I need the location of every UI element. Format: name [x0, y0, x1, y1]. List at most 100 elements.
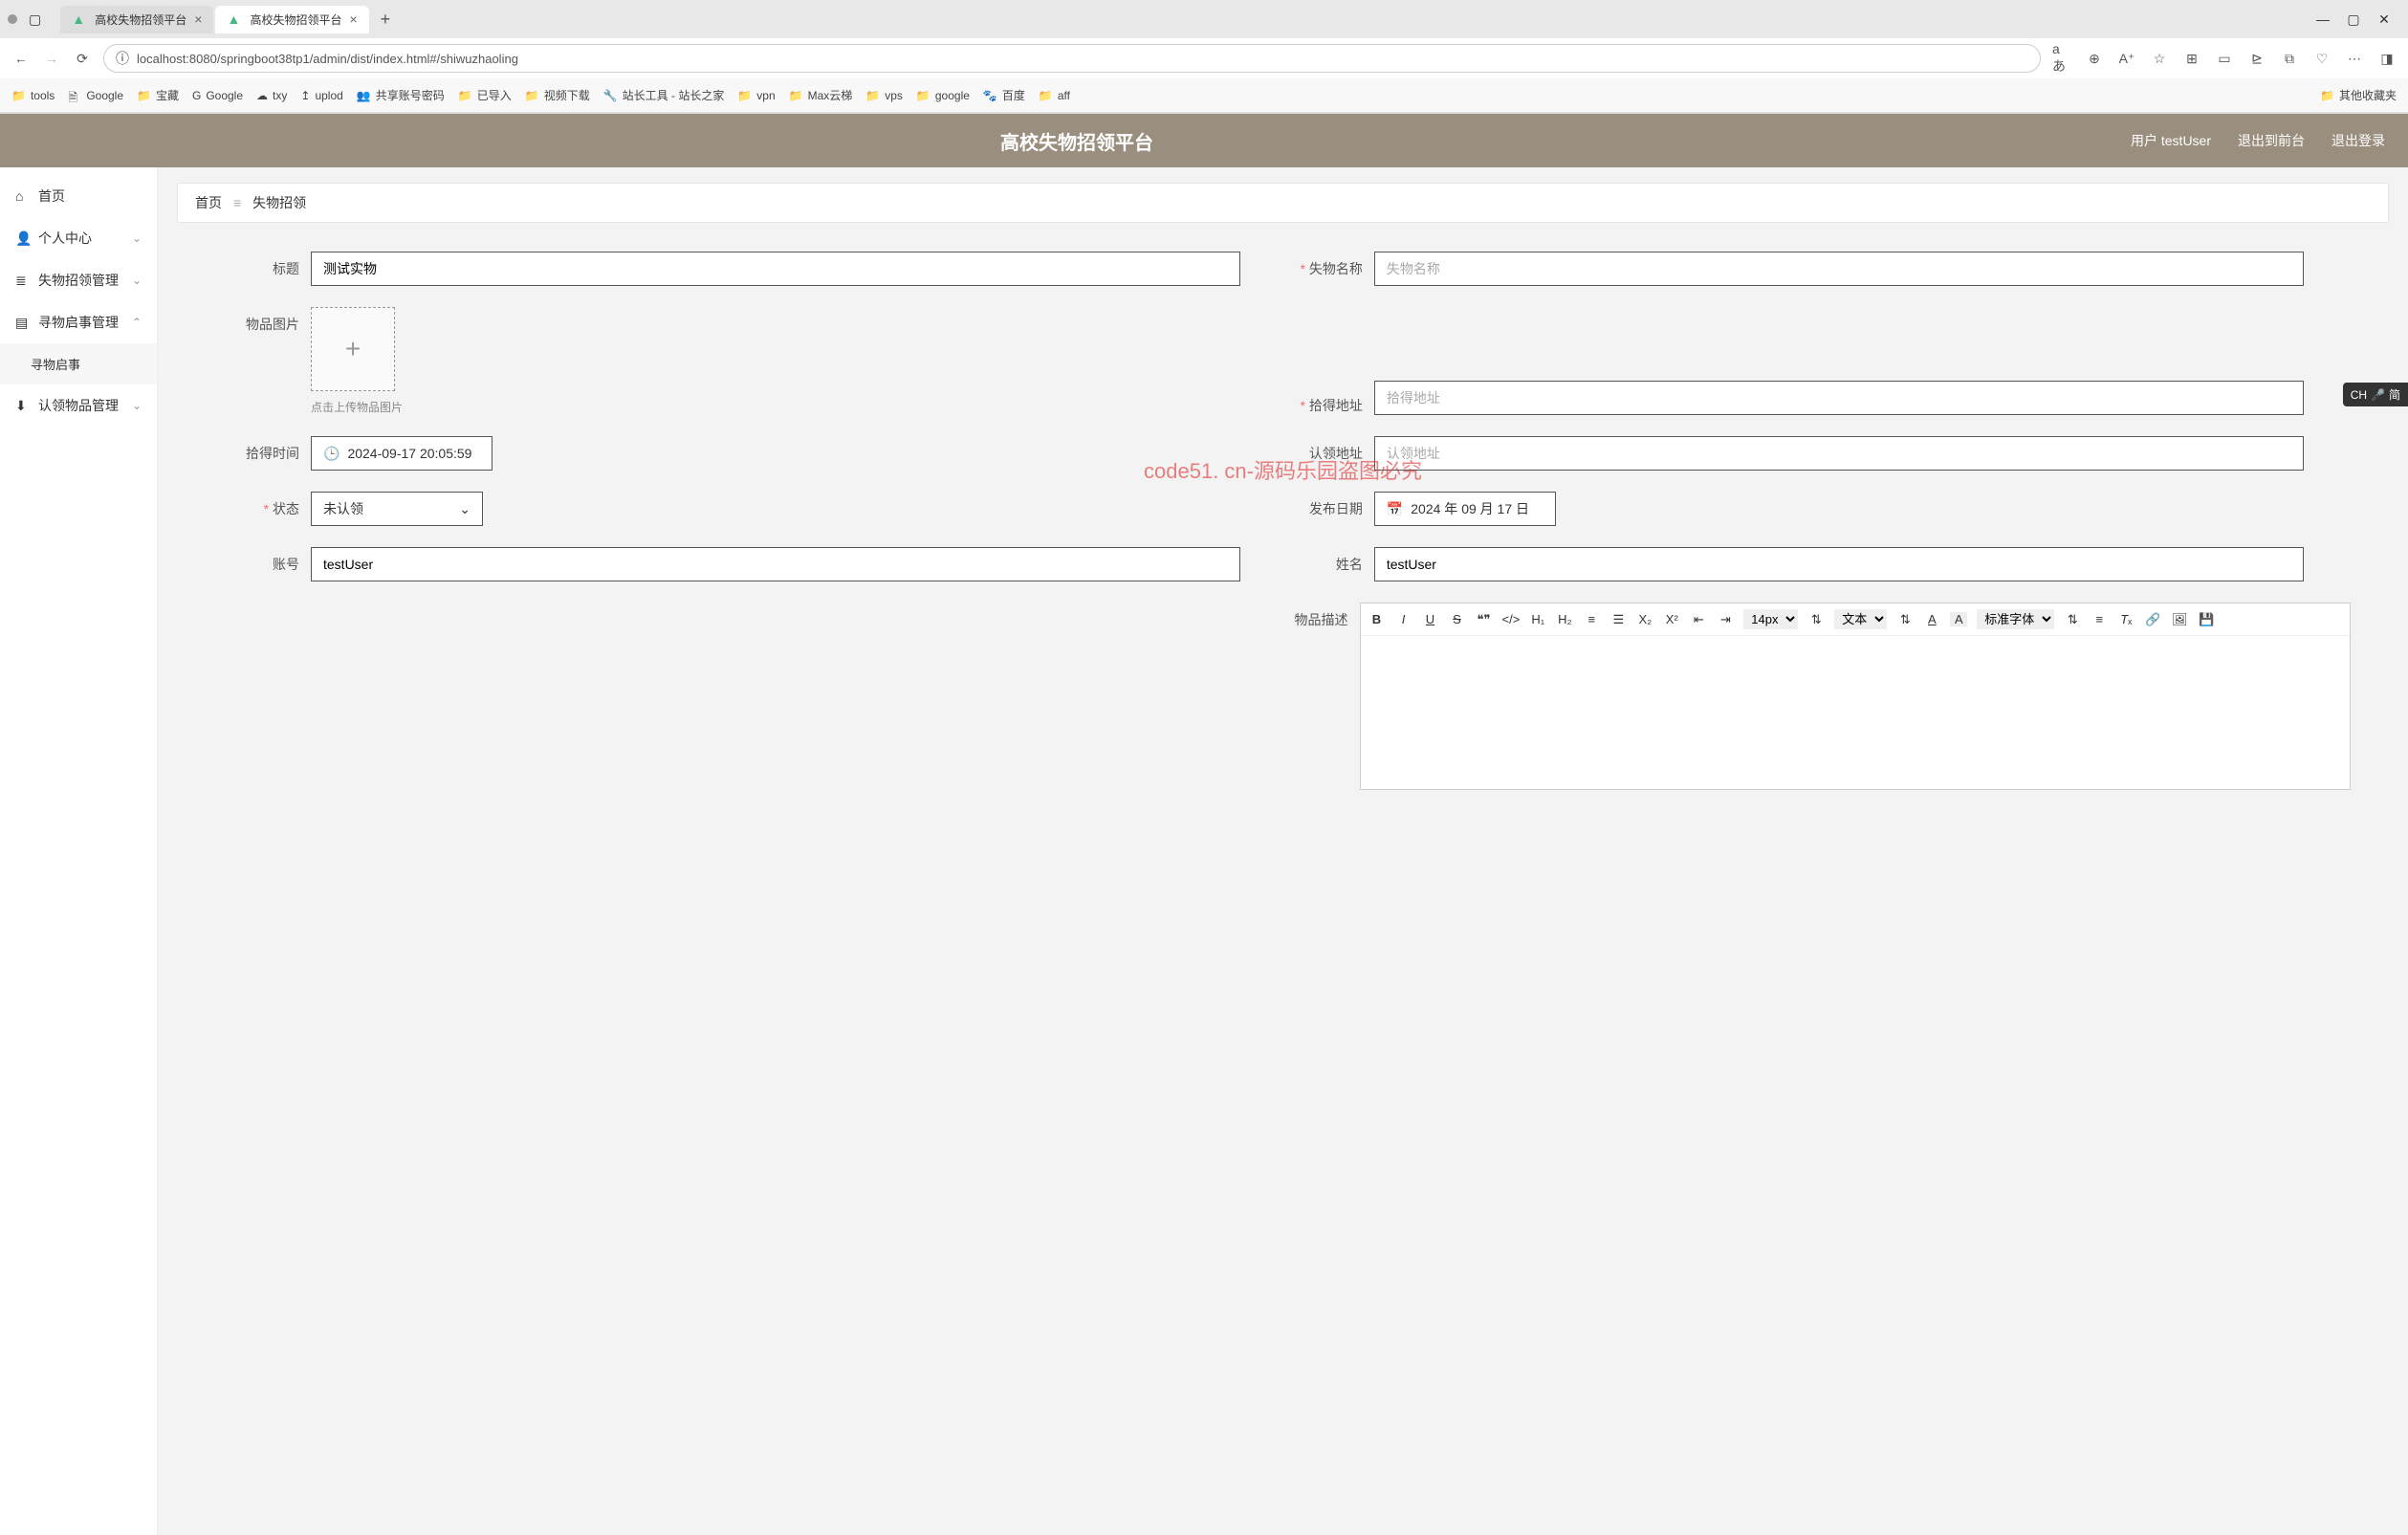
translate-icon[interactable]: aあ: [2052, 49, 2071, 68]
zoom-icon[interactable]: ⊕: [2085, 49, 2104, 68]
sidebar-item-lostfound[interactable]: ≣失物招领管理 ⌄: [0, 259, 157, 301]
picktime-picker[interactable]: 🕒 2024-09-17 20:05:59: [311, 436, 493, 471]
pickaddr-label: 拾得地址: [1279, 388, 1374, 415]
more-icon[interactable]: ⋯: [2345, 49, 2364, 68]
image-icon[interactable]: 🖼: [2171, 612, 2188, 627]
bookmark-item[interactable]: 📁google: [916, 89, 970, 102]
breadcrumb-current: 失物招领: [252, 193, 306, 212]
stepper-icon[interactable]: ⇅: [2064, 612, 2081, 627]
upload-button[interactable]: +: [311, 307, 395, 391]
stepper-icon[interactable]: ⇅: [1807, 612, 1825, 627]
bold-icon[interactable]: B: [1368, 612, 1386, 626]
bookmark-item[interactable]: 📁Max云梯: [789, 87, 853, 103]
italic-icon[interactable]: I: [1395, 612, 1412, 626]
refresh-icon[interactable]: ⟳: [73, 49, 92, 68]
claim-icon: ⬇: [15, 398, 31, 414]
name-label: 姓名: [1279, 547, 1374, 574]
bookmark-item[interactable]: 📁已导入: [458, 87, 512, 103]
list-ol-icon[interactable]: ≡: [1583, 612, 1600, 626]
bgcolor-icon[interactable]: A: [1950, 612, 1967, 626]
indent-icon[interactable]: ⇤: [1690, 612, 1707, 627]
share-icon: 👥: [357, 89, 371, 102]
shield-icon[interactable]: ♡: [2312, 49, 2331, 68]
url-box[interactable]: ⓘ localhost:8080/springboot38tp1/admin/d…: [103, 44, 2041, 73]
bookmark-item[interactable]: ↥uplod: [300, 89, 342, 102]
account-input[interactable]: [311, 547, 1240, 581]
strike-icon[interactable]: S: [1449, 612, 1466, 626]
texttype-select[interactable]: 文本: [1834, 609, 1887, 629]
bookmark-item[interactable]: GGoogle: [192, 89, 243, 102]
close-icon[interactable]: ×: [194, 11, 202, 27]
forward-icon[interactable]: →: [42, 49, 61, 68]
status-select[interactable]: 未认领 ⌄: [311, 492, 483, 526]
collections-icon[interactable]: ▭: [2215, 49, 2234, 68]
fontcolor-icon[interactable]: A: [1923, 612, 1940, 626]
app-title: 高校失物招领平台: [23, 127, 2131, 155]
screenshot-icon[interactable]: ⧉: [2280, 49, 2299, 68]
close-window-icon[interactable]: ✕: [2377, 12, 2391, 26]
sidebar-item-seeking-notice[interactable]: 寻物启事: [0, 343, 157, 384]
bookmark-item[interactable]: 📁tools: [11, 89, 55, 102]
back-to-front-button[interactable]: 退出到前台: [2238, 131, 2305, 150]
sidebar-item-claim[interactable]: ⬇认领物品管理 ⌄: [0, 384, 157, 427]
save-icon[interactable]: 💾: [2198, 612, 2215, 627]
bookmark-item[interactable]: 👥共享账号密码: [357, 87, 445, 103]
claimaddr-input[interactable]: [1374, 436, 2304, 471]
bookmark-item[interactable]: 📁视频下载: [525, 87, 590, 103]
fontsize-select[interactable]: 14px: [1743, 609, 1798, 629]
browser-tab[interactable]: ▲ 高校失物招领平台 ×: [60, 6, 213, 33]
link-icon[interactable]: 🔗: [2144, 612, 2161, 627]
bookmark-item[interactable]: ☁txy: [256, 89, 287, 102]
info-icon[interactable]: ⓘ: [116, 49, 129, 68]
bookmark-item[interactable]: 🗎Google: [68, 89, 123, 102]
folder-icon: 📁: [11, 89, 26, 102]
stepper-icon[interactable]: ⇅: [1896, 612, 1914, 627]
list-ul-icon[interactable]: ☰: [1609, 612, 1627, 627]
sidebar-item-home[interactable]: ⌂首页: [0, 175, 157, 217]
sidebar-item-seeking[interactable]: ▤寻物启事管理 ⌃: [0, 301, 157, 343]
maximize-icon[interactable]: ▢: [2347, 12, 2360, 26]
rte-body[interactable]: [1361, 636, 2351, 789]
quote-icon[interactable]: ❝❞: [1476, 612, 1493, 627]
star-icon[interactable]: ☆: [2150, 49, 2169, 68]
sidebar-item-profile[interactable]: 👤个人中心 ⌄: [0, 217, 157, 259]
bookmark-item[interactable]: 🐾百度: [983, 87, 1025, 103]
breadcrumb-home[interactable]: 首页: [195, 193, 222, 212]
sidebar-icon[interactable]: ◨: [2377, 49, 2397, 68]
code-icon[interactable]: </>: [1502, 612, 1521, 626]
bookmark-item[interactable]: 📁vps: [865, 89, 903, 102]
minimize-icon[interactable]: ―: [2316, 12, 2330, 26]
outdent-icon[interactable]: ⇥: [1717, 612, 1734, 627]
font-select[interactable]: 标准字体: [1977, 609, 2054, 629]
align-icon[interactable]: ≡: [2091, 612, 2108, 626]
favorites-icon[interactable]: ⊵: [2247, 49, 2266, 68]
underline-icon[interactable]: U: [1422, 612, 1439, 626]
reader-icon[interactable]: A⁺: [2117, 49, 2136, 68]
title-input[interactable]: [311, 252, 1240, 286]
new-tab-button[interactable]: +: [371, 6, 401, 33]
bookmark-item[interactable]: 📁宝藏: [137, 87, 179, 103]
bookmark-item[interactable]: 🔧站长工具 - 站长之家: [603, 87, 725, 103]
lostname-input[interactable]: [1374, 252, 2304, 286]
h2-icon[interactable]: H₂: [1556, 612, 1573, 626]
back-icon[interactable]: ←: [11, 49, 31, 68]
close-icon[interactable]: ×: [349, 11, 357, 27]
h1-icon[interactable]: H₁: [1529, 612, 1546, 626]
extension-icon[interactable]: ⊞: [2182, 49, 2201, 68]
pubdate-picker[interactable]: 📅 2024 年 09 月 17 日: [1374, 492, 1556, 526]
tab-overview-icon[interactable]: ▢: [29, 11, 41, 28]
bookmark-overflow[interactable]: 📁其他收藏夹: [2320, 87, 2397, 103]
logout-button[interactable]: 退出登录: [2331, 131, 2385, 150]
subscript-icon[interactable]: X₂: [1636, 612, 1653, 626]
pickaddr-input[interactable]: [1374, 381, 2304, 415]
user-label[interactable]: 用户 testUser: [2131, 131, 2211, 150]
clear-icon[interactable]: Tₓ: [2117, 612, 2134, 626]
status-label: 状态: [215, 492, 311, 518]
name-input[interactable]: [1374, 547, 2304, 581]
superscript-icon[interactable]: X²: [1663, 612, 1680, 626]
profile-icon[interactable]: [8, 14, 17, 24]
bookmark-item[interactable]: 📁vpn: [737, 89, 775, 102]
bookmark-item[interactable]: 📁aff: [1039, 89, 1070, 102]
ime-badge[interactable]: CH 🎤 简: [2343, 383, 2408, 406]
browser-tab[interactable]: ▲ 高校失物招领平台 ×: [215, 6, 368, 33]
